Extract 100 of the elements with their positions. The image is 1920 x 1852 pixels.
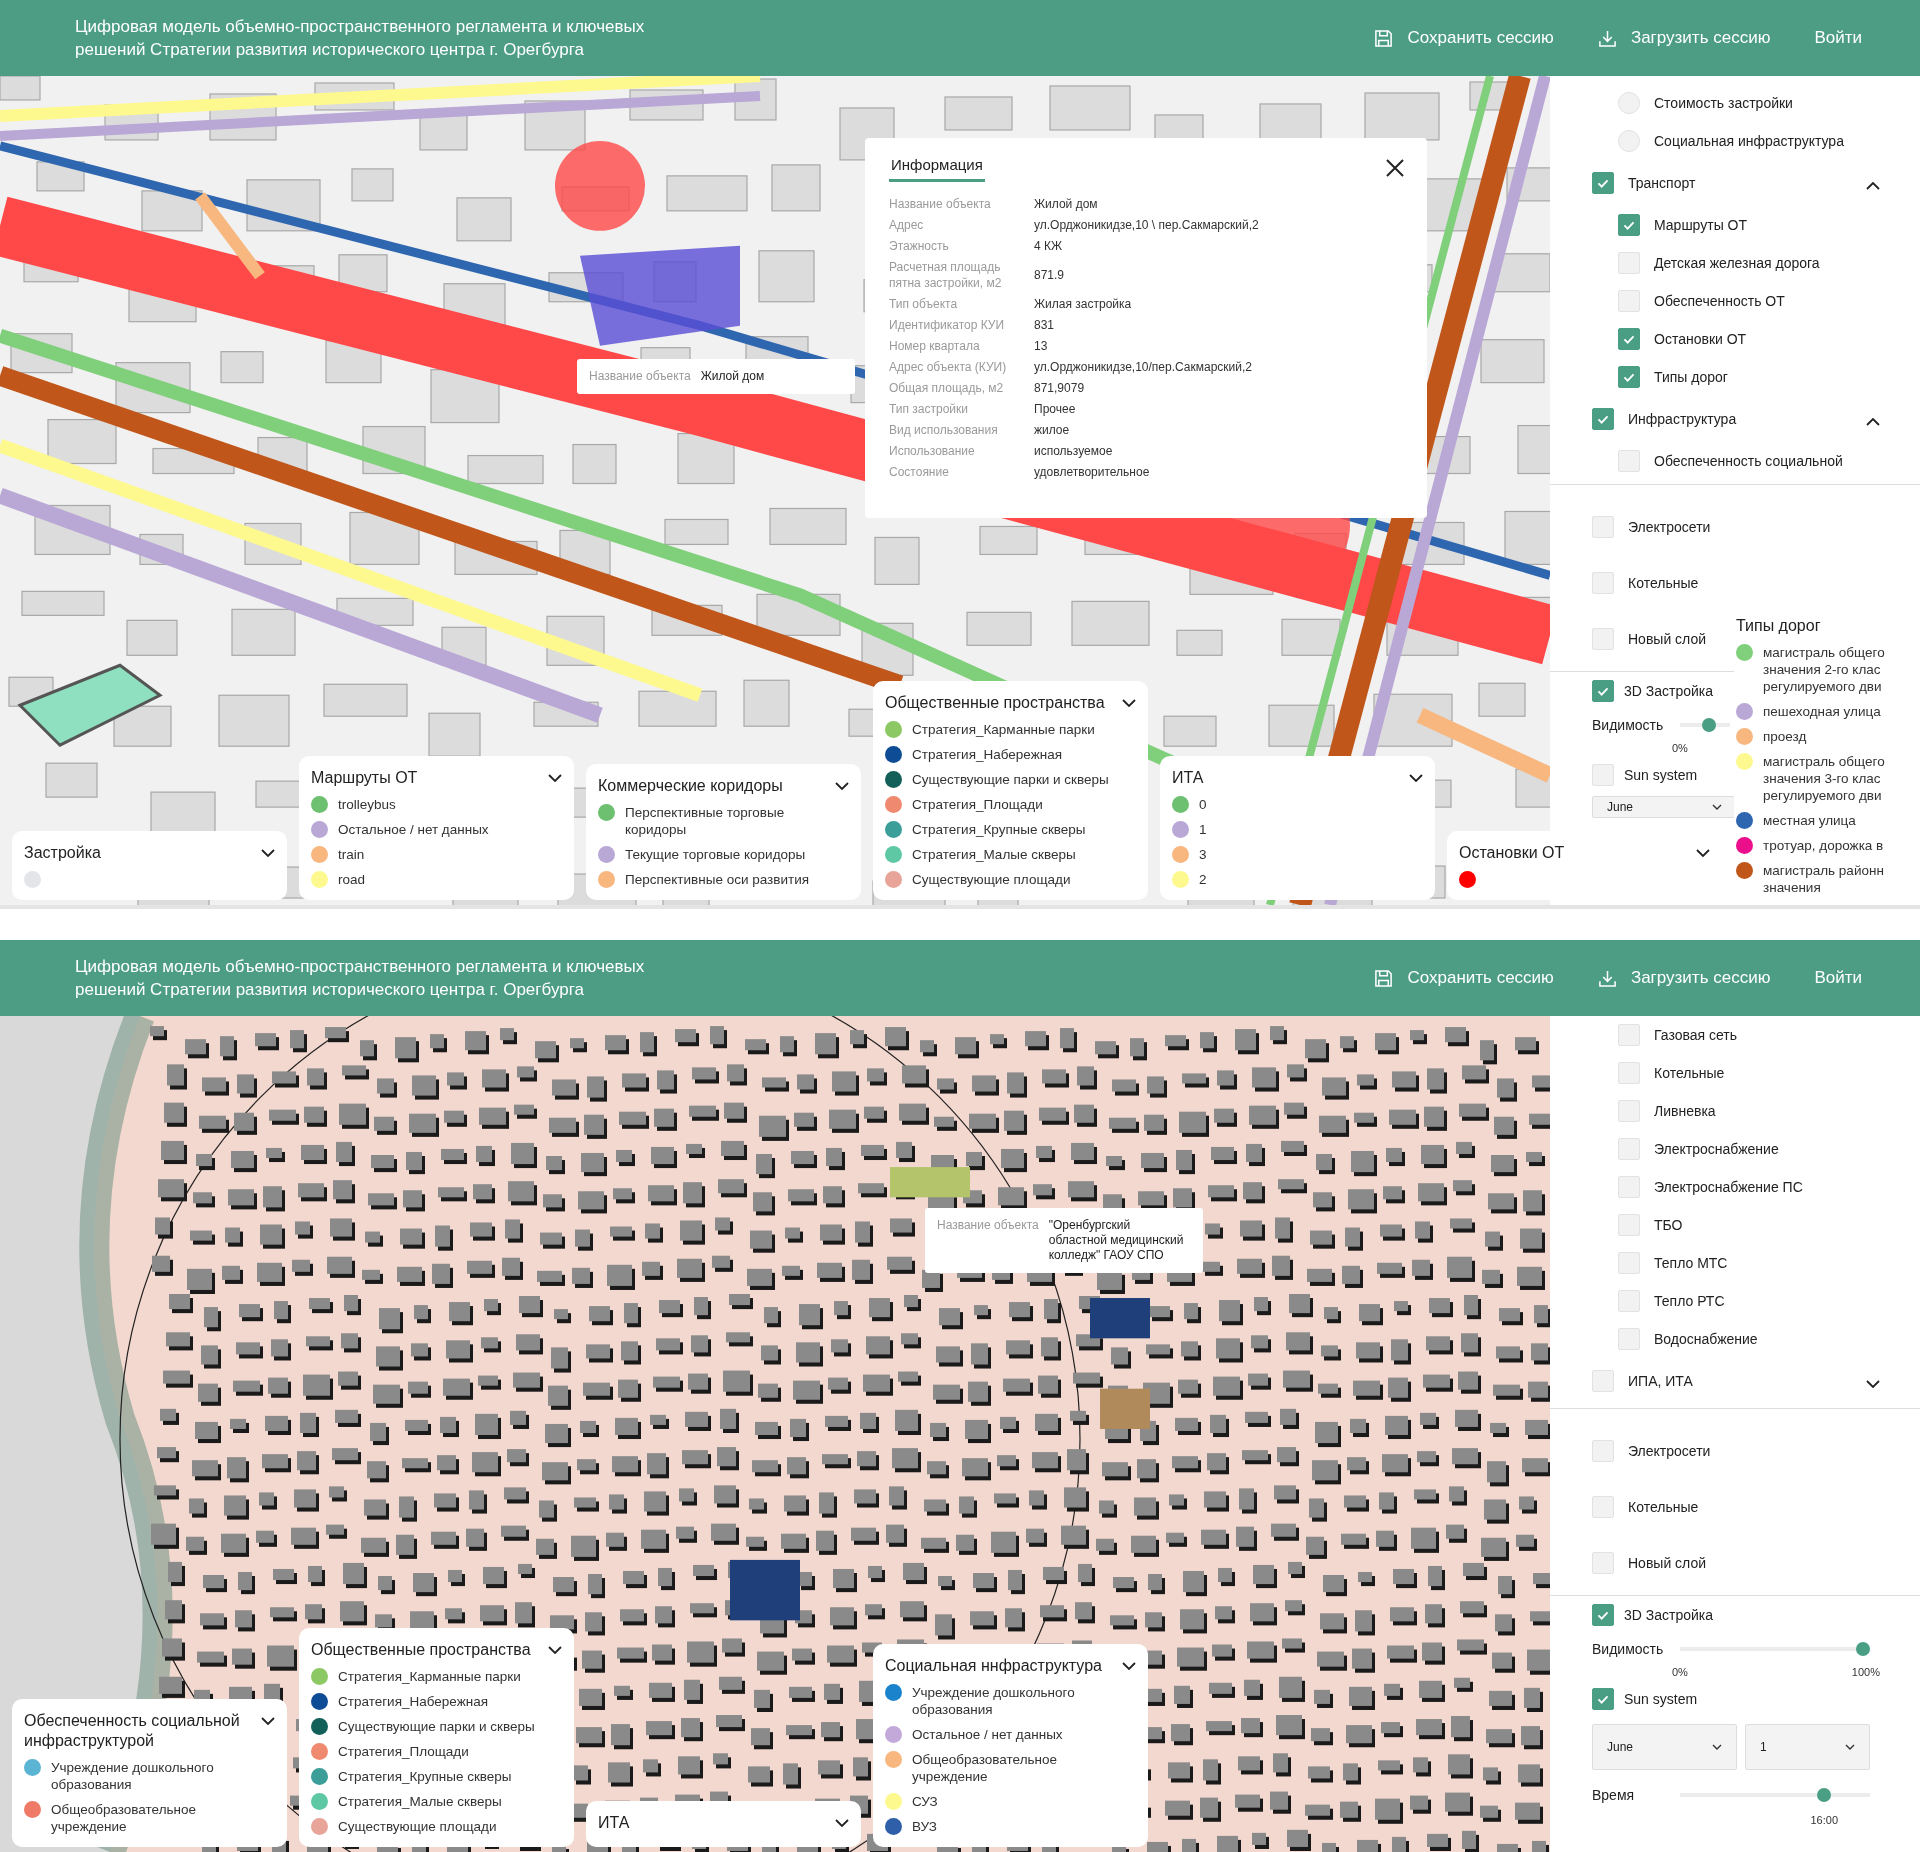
info-tab[interactable]: Информация xyxy=(889,152,985,182)
layer-label: Обеспеченность ОТ xyxy=(1654,293,1785,309)
legend-label: 1 xyxy=(1199,821,1207,838)
property-label: Идентификатор КУИ xyxy=(889,317,1006,333)
legend-label: местная улица xyxy=(1763,812,1856,829)
chevron-up-icon[interactable] xyxy=(1866,418,1880,426)
slider-thumb[interactable] xyxy=(1856,1642,1870,1656)
legend-label: ВУЗ xyxy=(912,1818,937,1835)
legend-label: магистраль районн значения xyxy=(1763,862,1885,896)
checkbox[interactable] xyxy=(1592,1604,1614,1626)
slider-thumb[interactable] xyxy=(1701,718,1716,732)
layer-label: Водоснабжение xyxy=(1654,1331,1758,1347)
chevron-down-icon[interactable] xyxy=(261,849,275,857)
legend-label: 3 xyxy=(1199,846,1207,863)
legend-title: Коммерческие коридоры xyxy=(598,776,783,796)
app-title: Цифровая модель объемно-пространственного регламента и ключевых решений Стратегии развития исторического центра г. Орегбурга xyxy=(75,956,645,1001)
login-button[interactable]: Войти xyxy=(1814,24,1862,52)
property-value: 13 xyxy=(1034,338,1049,354)
tooltip-value: "Оренбургский областной медицинский колледж" ГАОУ СПО xyxy=(1048,1218,1185,1263)
legend-title: Типы дорог xyxy=(1736,616,1821,636)
radio-button[interactable] xyxy=(1618,130,1640,152)
checkbox[interactable] xyxy=(1592,1688,1614,1710)
legend-title: Обеспеченность социальной инфраструктурой xyxy=(24,1711,241,1751)
legend-label: Стратегия_Малые скверы xyxy=(912,846,1076,863)
tooltip-value: Жилой дом xyxy=(700,369,765,384)
legend-label: Перспективные торговые коридоры xyxy=(625,804,786,838)
checkbox[interactable] xyxy=(1618,214,1640,236)
legend-title: ИТА xyxy=(1172,768,1204,788)
chevron-down-icon[interactable] xyxy=(1122,1662,1136,1670)
legend-title: Маршруты ОТ xyxy=(311,768,418,788)
group-label: ИПА, ИТА xyxy=(1628,1373,1693,1389)
property-label: Адрес объекта (КУИ) xyxy=(889,359,1008,375)
checkbox[interactable] xyxy=(1592,680,1614,702)
legend-label: Текущие торговые коридоры xyxy=(625,846,806,863)
load-session-button[interactable]: Загрузить сессию xyxy=(1597,964,1771,992)
layer-label: 3D Застройка xyxy=(1624,1607,1714,1623)
property-value: 871,9079 xyxy=(1034,380,1086,396)
radio-button[interactable] xyxy=(1618,92,1640,114)
checkbox[interactable] xyxy=(1592,408,1614,430)
checkbox[interactable] xyxy=(1592,172,1614,194)
checkbox[interactable] xyxy=(1618,328,1640,350)
chevron-down-icon[interactable] xyxy=(1696,849,1710,857)
chevron-down-icon[interactable] xyxy=(835,782,849,790)
legend-label: Стратегия_Площади xyxy=(912,796,1043,813)
legend-label: Стратегия_Крупные скверы xyxy=(912,821,1086,838)
property-value: Жилой дом xyxy=(1034,196,1099,212)
slider-value: 16:00 xyxy=(1810,1814,1839,1826)
slider-tick-label: 100% xyxy=(1851,1666,1880,1678)
save-session-button[interactable]: Сохранить сессию xyxy=(1374,24,1554,52)
property-label: Состояние xyxy=(889,464,950,480)
download-icon xyxy=(1597,28,1617,48)
load-session-button[interactable]: Загрузить сессию xyxy=(1597,24,1771,52)
slider-thumb[interactable] xyxy=(1817,1788,1832,1802)
chevron-down-icon[interactable] xyxy=(1866,1380,1880,1388)
checkbox[interactable] xyxy=(1618,366,1640,388)
chevron-down-icon[interactable] xyxy=(835,1819,849,1827)
dropdown[interactable]: 1 xyxy=(1745,1724,1870,1770)
chevron-down-icon xyxy=(1712,804,1722,810)
legend-label: Стратегия_Малые скверы xyxy=(338,1793,502,1810)
property-label: Общая площадь, м2 xyxy=(889,380,1005,396)
legend-label: Существующие парки и скверы xyxy=(338,1718,535,1735)
legend-label: Стратегия_Площади xyxy=(338,1743,469,1760)
legend-label: Общеобразовательное учреждение xyxy=(912,1751,1059,1785)
login-button[interactable]: Войти xyxy=(1814,964,1862,992)
chevron-down-icon[interactable] xyxy=(548,1646,562,1654)
group-label: Транспорт xyxy=(1628,175,1696,191)
property-value: жилое xyxy=(1034,422,1071,438)
legend-label: Существующие парки и скверы xyxy=(912,771,1109,788)
dropdown[interactable]: June xyxy=(1592,1724,1737,1770)
chevron-down-icon[interactable] xyxy=(548,774,562,782)
dropdown[interactable]: June xyxy=(1592,796,1737,818)
slider-label: Время xyxy=(1592,1787,1636,1803)
chevron-down-icon[interactable] xyxy=(1122,699,1136,707)
property-label: Использование xyxy=(889,443,976,459)
property-value: 4 КЖ xyxy=(1034,238,1064,254)
legend-label: тротуар, дорожка в xyxy=(1763,837,1884,854)
legend-label: Остальное / нет данных xyxy=(912,1726,1063,1743)
layer-label: Электроснабжение xyxy=(1654,1141,1779,1157)
property-label: Номер квартала xyxy=(889,338,981,354)
legend-title: Общественные пространства xyxy=(885,693,1105,713)
layer-label: Котельные xyxy=(1628,575,1699,591)
layer-label: ТБО xyxy=(1654,1217,1683,1233)
close-icon[interactable] xyxy=(1385,158,1405,178)
tooltip-label: Название объекта xyxy=(589,369,691,384)
chevron-down-icon xyxy=(1712,1744,1722,1750)
legend-label: Существующие площади xyxy=(912,871,1071,888)
layer-label: 3D Застройка xyxy=(1624,683,1714,699)
save-session-button[interactable]: Сохранить сессию xyxy=(1374,964,1554,992)
chevron-down-icon xyxy=(1845,1744,1855,1750)
layer-label: Новый слой xyxy=(1628,631,1707,647)
property-label: Этажность xyxy=(889,238,950,254)
layer-label: Газовая сеть xyxy=(1654,1027,1738,1043)
property-value: Жилая застройка xyxy=(1034,296,1133,312)
chevron-up-icon[interactable] xyxy=(1866,182,1880,190)
legend-label: СУЗ xyxy=(912,1793,938,1810)
layer-label: Электросети xyxy=(1628,1443,1711,1459)
chevron-down-icon[interactable] xyxy=(1409,774,1423,782)
chevron-down-icon[interactable] xyxy=(261,1717,275,1725)
layer-label: Тепло РТС xyxy=(1654,1293,1725,1309)
layer-label: Социальная инфраструктура xyxy=(1654,133,1844,149)
